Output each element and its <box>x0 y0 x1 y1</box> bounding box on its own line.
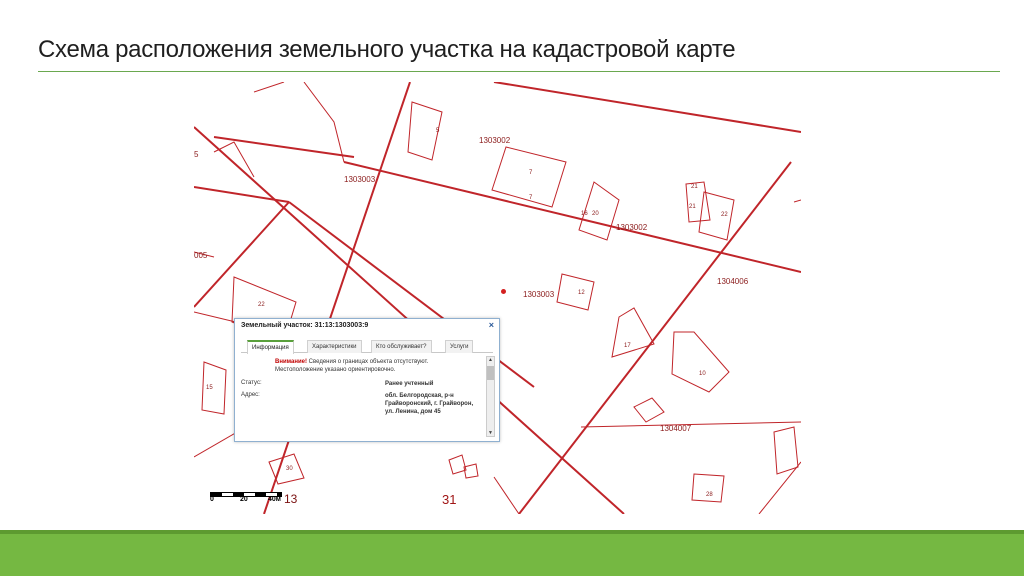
quarter-label-1303002-mid: 1303002 <box>616 223 648 232</box>
parcel-label-15: 15 <box>206 385 213 391</box>
title-underline <box>38 71 1000 72</box>
scale-tick-40: 40м <box>268 496 281 503</box>
parcel-label-7b: 7 <box>529 195 533 201</box>
quarter-label-1303002-top: 1303002 <box>479 136 511 145</box>
popup-tab-bar: Информация Характеристики Кто обслуживае… <box>241 338 493 354</box>
close-icon[interactable]: × <box>489 320 494 330</box>
parcel-label-21a: 21 <box>691 184 698 190</box>
address-value: обл. Белгородская, р-н Грайворонский, г.… <box>385 393 474 415</box>
footer-accent-stripe <box>0 530 1024 534</box>
parcel-label-17: 17 <box>624 343 631 349</box>
cadastral-map[interactable]: 1303002 1303003 1303002 1303003 1304006 … <box>194 82 801 514</box>
quarter-label-1304007: 1304007 <box>660 424 692 433</box>
district-label-31: 31 <box>442 492 457 507</box>
quarter-label-1303003-mid: 1303003 <box>523 290 555 299</box>
parcel-label-21b: 21 <box>689 204 696 210</box>
scale-tick-20: 20 <box>240 496 248 503</box>
district-label-13: 13 <box>284 492 298 506</box>
tab-characteristics[interactable]: Характеристики <box>307 340 362 353</box>
tab-services[interactable]: Услуги <box>445 340 474 353</box>
warning-message: Внимание! Сведения о границах объекта от… <box>275 358 445 374</box>
scale-tick-0: 0 <box>210 496 214 503</box>
parcel-label-7a: 7 <box>529 170 533 176</box>
parcel-label-10: 10 <box>699 371 706 377</box>
slide-title: Схема расположения земельного участка на… <box>38 36 736 63</box>
popup-scrollbar[interactable]: ▲ ▼ <box>486 356 495 437</box>
popup-title: Земельный участок: 31:13:1303003:9 <box>241 322 369 329</box>
popup-info-panel: Внимание! Сведения о границах объекта от… <box>241 356 485 437</box>
footer-accent-band <box>0 530 1024 576</box>
scroll-down-arrow-icon[interactable]: ▼ <box>487 430 494 436</box>
scroll-thumb[interactable] <box>487 366 494 380</box>
parcel-label-22a: 22 <box>721 212 728 218</box>
tab-info[interactable]: Информация <box>247 340 294 354</box>
quarter-label-1303003-top: 1303003 <box>344 175 376 184</box>
tab-who-serves[interactable]: Кто обслуживает? <box>371 340 432 353</box>
status-value: Ранее учтенный <box>385 381 434 387</box>
warning-label: Внимание! <box>275 359 307 365</box>
quarter-label-1304006: 1304006 <box>717 277 749 286</box>
parcel-label-12: 12 <box>578 290 585 296</box>
edge-label-005: 005 <box>194 251 208 260</box>
map-scale-bar: 0 20 40м <box>210 486 282 506</box>
map-lines <box>194 82 801 514</box>
parcel-label-5: 5 <box>436 128 440 134</box>
edge-label-5: 5 <box>194 150 199 159</box>
parcel-label-30: 30 <box>286 466 293 472</box>
parcel-label-22b: 22 <box>258 302 265 308</box>
scroll-up-arrow-icon[interactable]: ▲ <box>487 357 494 363</box>
parcel-info-popup[interactable]: Земельный участок: 31:13:1303003:9 × Инф… <box>234 318 500 442</box>
parcel-location-marker[interactable] <box>501 289 506 294</box>
parcel-label-28: 28 <box>706 492 713 498</box>
parcel-label-16: 16 <box>581 211 588 217</box>
parcel-label-20: 20 <box>592 211 599 217</box>
status-label: Статус: <box>241 380 262 386</box>
address-label: Адрес: <box>241 392 260 398</box>
